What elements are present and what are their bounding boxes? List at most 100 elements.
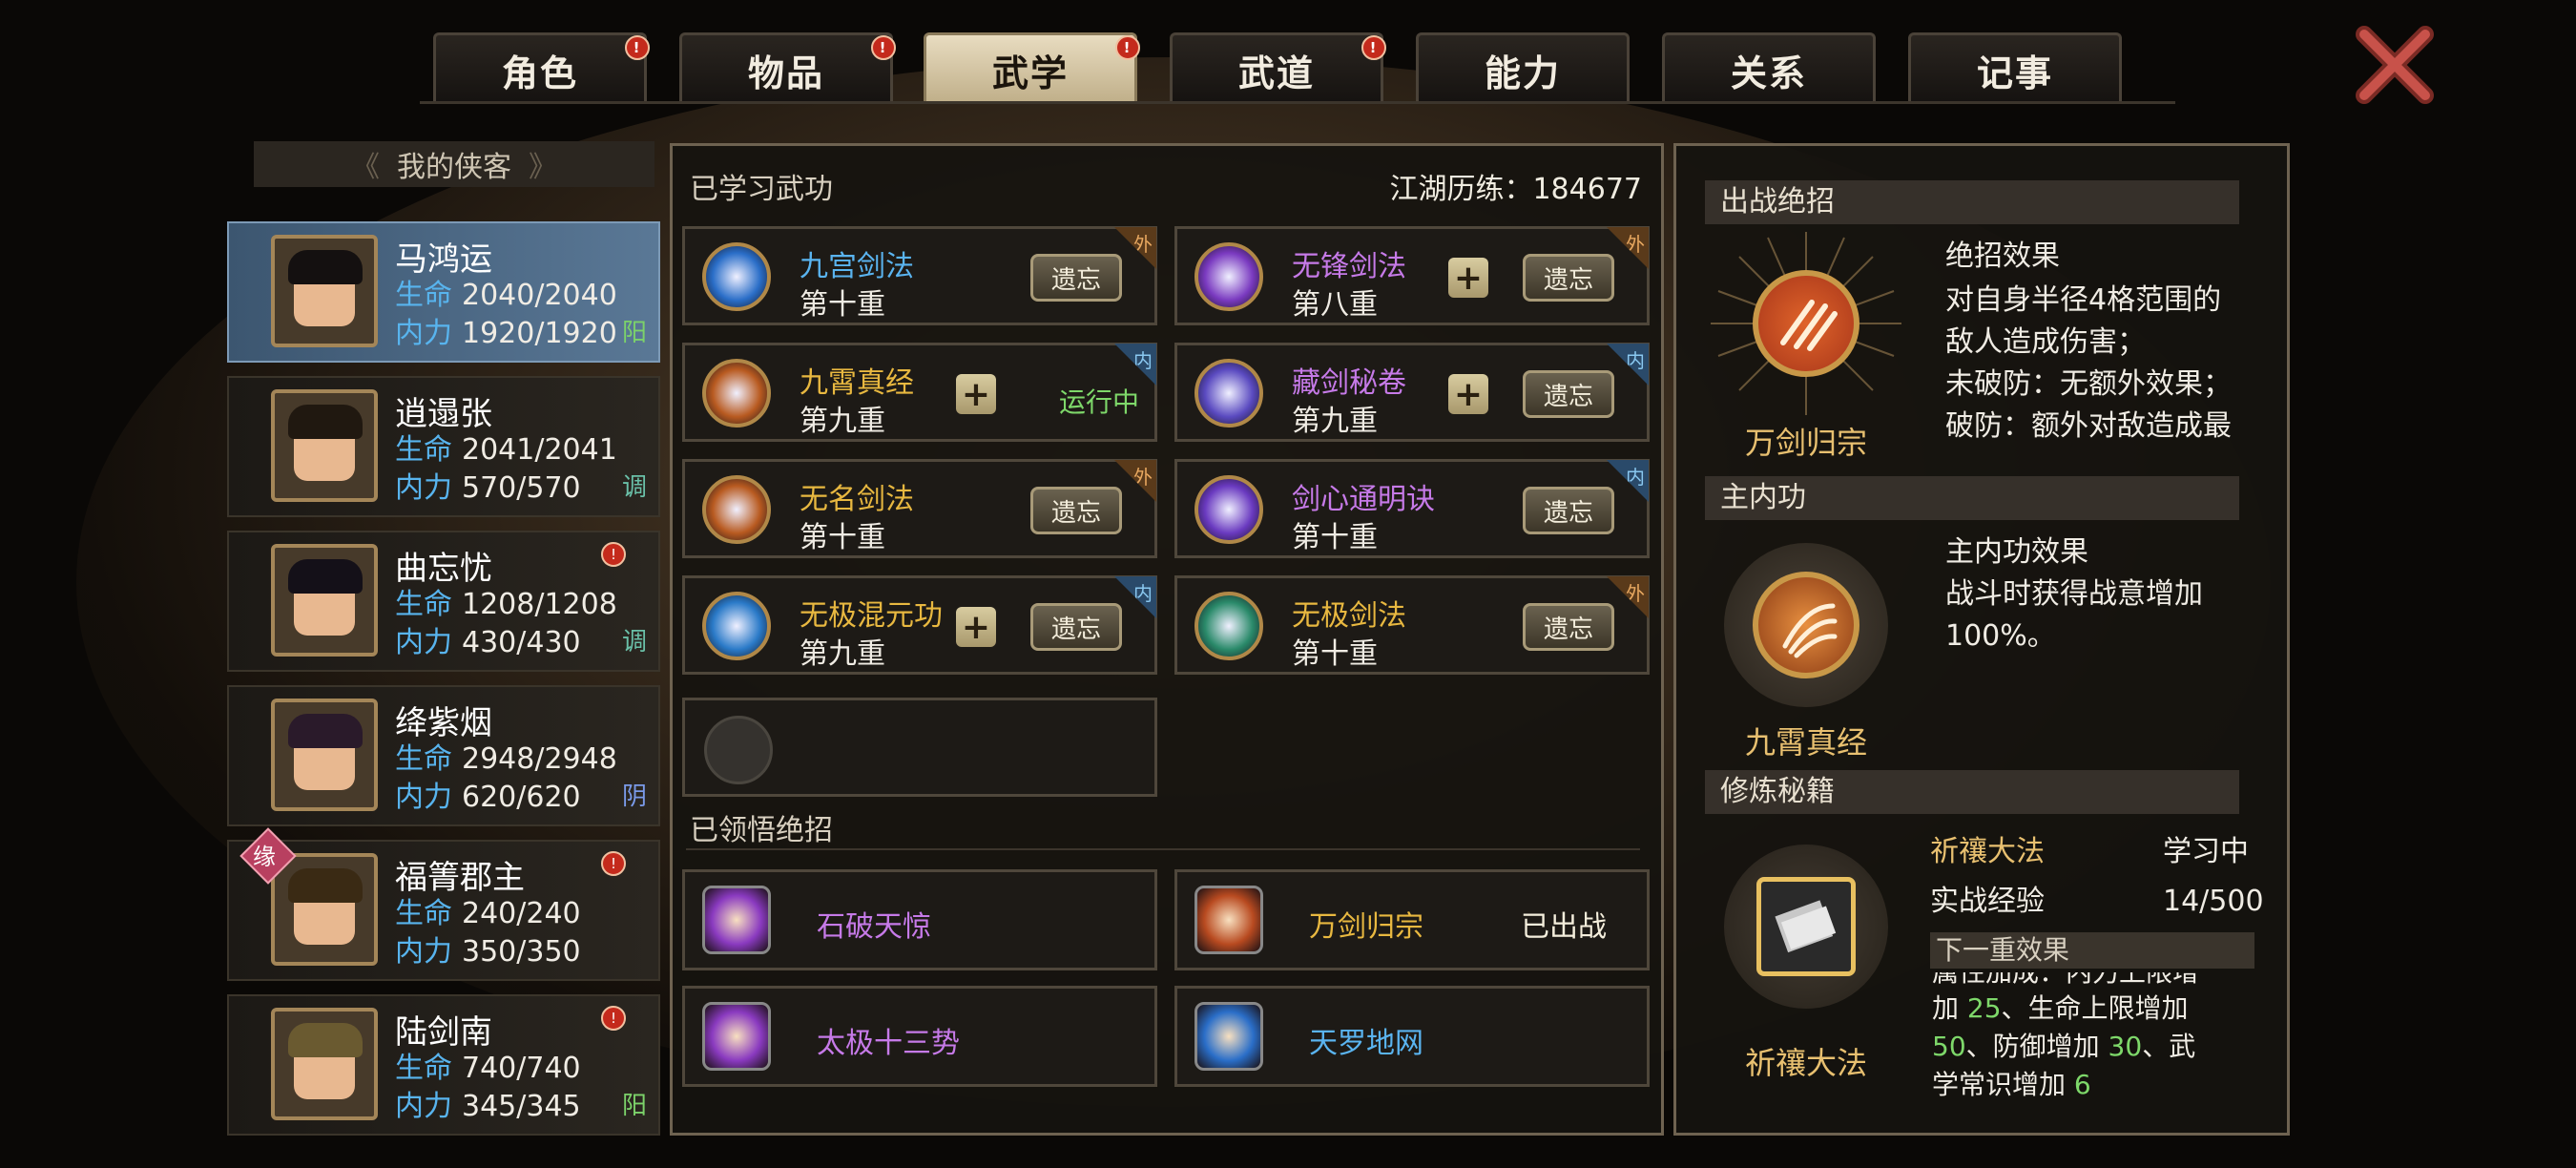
- ultimate-icon: [1195, 1002, 1263, 1071]
- character-hp: 生命 2041/2041: [395, 426, 617, 468]
- skill-level: 第九重: [800, 637, 885, 671]
- upgrade-plus-icon[interactable]: +: [1448, 258, 1488, 298]
- tab-label: 武学: [991, 52, 1069, 94]
- skill-card[interactable]: 无锋剑法 第八重 + 遗忘 外: [1174, 226, 1650, 325]
- effect-line: 破防：额外对敌造成最: [1945, 409, 2232, 443]
- ultimate-icon: [1195, 886, 1263, 954]
- character-card[interactable]: 马鸿运 生命 2040/2040 内力 1920/1920 阳: [227, 221, 660, 363]
- bond-badge-label: 缘: [253, 844, 276, 870]
- ultimate-name: 万剑归宗: [1309, 910, 1423, 944]
- hp-label: 生命: [395, 897, 452, 930]
- tab-label: 记事: [1976, 52, 2053, 94]
- forget-button[interactable]: 遗忘: [1523, 370, 1614, 418]
- upgrade-plus-icon[interactable]: +: [956, 374, 996, 414]
- tab-divider: [420, 101, 2175, 104]
- skill-icon: [1195, 242, 1263, 311]
- deployed-status: 已出战: [1521, 910, 1607, 944]
- inner-medal-icon: [1753, 572, 1859, 678]
- empty-skill-slot[interactable]: [682, 698, 1157, 797]
- character-avatar: [271, 853, 378, 966]
- alert-badge: !: [601, 542, 626, 567]
- character-avatar: [271, 699, 378, 811]
- training-exp-label: 实战经验: [1930, 885, 2045, 918]
- hp-value: 240/240: [462, 897, 581, 930]
- skill-name: 九宫剑法: [800, 250, 914, 283]
- forget-button[interactable]: 遗忘: [1523, 254, 1614, 302]
- character-card[interactable]: 曲忘忧 生命 1208/1208 内力 430/430 调 !: [227, 531, 660, 672]
- effect-line: 敌人造成伤害；: [1945, 325, 2146, 359]
- alert-badge: !: [871, 35, 896, 60]
- skill-card[interactable]: 无极混元功 第九重 + 遗忘 内: [682, 575, 1157, 675]
- roster-title: 我的侠客: [397, 151, 511, 184]
- character-avatar: [271, 1008, 378, 1120]
- avatar-hair: [288, 714, 363, 748]
- mp-value: 620/620: [462, 781, 581, 814]
- mp-label: 内力: [395, 317, 452, 350]
- tab-2[interactable]: 武学!: [924, 32, 1140, 104]
- ultimate-name: 石破天惊: [817, 910, 931, 944]
- character-card[interactable]: 绛紫烟 生命 2948/2948 内力 620/620 阴: [227, 685, 660, 826]
- skill-card[interactable]: 九宫剑法 第十重 遗忘 外: [682, 226, 1157, 325]
- section-divider: [686, 848, 1640, 850]
- character-mp: 内力 1920/1920: [395, 309, 617, 351]
- character-mp: 内力 345/345: [395, 1082, 581, 1124]
- character-card[interactable]: 陆剑南 生命 740/740 内力 345/345 阳 !: [227, 994, 660, 1136]
- upgrade-plus-icon[interactable]: +: [956, 607, 996, 647]
- character-card[interactable]: 逍遢张 生命 2041/2041 内力 570/570 调: [227, 376, 660, 517]
- ultimate-card[interactable]: 太极十三势: [682, 986, 1157, 1087]
- skill-card[interactable]: 藏剑秘卷 第九重 + 遗忘 内: [1174, 343, 1650, 442]
- next-effect-line: 加 25、生命上限增加: [1932, 988, 2189, 1030]
- next-level-header: 下一重效果: [1930, 932, 2254, 969]
- tab-label: 能力: [1484, 52, 1561, 94]
- empty-slot-icon: [704, 716, 773, 784]
- tab-3[interactable]: 武道!: [1170, 32, 1386, 104]
- close-icon[interactable]: [2355, 25, 2435, 105]
- mp-label: 内力: [395, 1090, 452, 1123]
- learned-skills-title: 已学习武功: [690, 173, 833, 206]
- character-mp: 内力 620/620: [395, 773, 581, 815]
- mp-value: 350/350: [462, 935, 581, 969]
- tab-1[interactable]: 物品!: [679, 32, 896, 104]
- tab-label: 角色: [501, 52, 578, 94]
- alignment-tag: 阳: [621, 1092, 647, 1120]
- skills-panel: 已学习武功 江湖历练：184677 九宫剑法 第十重 遗忘 外 无锋剑法 第八重…: [670, 143, 1664, 1136]
- hp-label: 生命: [395, 1052, 452, 1085]
- effect-line: 对自身半径4格范围的: [1945, 283, 2222, 317]
- running-status: 运行中: [1058, 386, 1139, 418]
- avatar-hair: [288, 559, 363, 594]
- ultimate-card[interactable]: 天罗地网: [1174, 986, 1650, 1087]
- skill-type-label: 外: [1626, 233, 1645, 256]
- hp-label: 生命: [395, 588, 452, 621]
- battle-ult-header: 出战绝招: [1705, 180, 2239, 224]
- tab-6[interactable]: 记事: [1908, 32, 2122, 104]
- forget-button[interactable]: 遗忘: [1030, 487, 1122, 534]
- tab-0[interactable]: 角色!: [433, 32, 650, 104]
- ultimate-card[interactable]: 万剑归宗 已出战: [1174, 869, 1650, 970]
- ultimate-name: 天罗地网: [1309, 1027, 1423, 1060]
- tab-5[interactable]: 关系: [1662, 32, 1876, 104]
- avatar-hair: [288, 250, 363, 284]
- skill-card[interactable]: 九霄真经 第九重 + 运行中 内: [682, 343, 1157, 442]
- skill-card[interactable]: 无极剑法 第十重 遗忘 外: [1174, 575, 1650, 675]
- battle-ult-effect-title: 绝招效果: [1945, 240, 2060, 273]
- character-card[interactable]: 福箐郡主 生命 240/240 内力 350/350 ! 缘: [227, 827, 660, 981]
- forget-button[interactable]: 遗忘: [1523, 603, 1614, 651]
- skill-name: 无极混元功: [800, 599, 943, 633]
- training-book-title: 祈禳大法: [1930, 835, 2045, 868]
- skill-card[interactable]: 剑心通明诀 第十重 遗忘 内: [1174, 459, 1650, 558]
- forget-button[interactable]: 遗忘: [1523, 487, 1614, 534]
- upgrade-plus-icon[interactable]: +: [1448, 374, 1488, 414]
- skill-level: 第九重: [1292, 405, 1378, 438]
- forget-button[interactable]: 遗忘: [1030, 603, 1122, 651]
- next-level-effect: 属性加成：内力上限增 加 25、生命上限增加 50、防御增加 30、武 学常识增…: [1930, 972, 2254, 1114]
- tab-4[interactable]: 能力: [1416, 32, 1630, 104]
- skill-name: 无极剑法: [1292, 599, 1406, 633]
- alert-badge: !: [601, 851, 626, 876]
- skill-name: 无锋剑法: [1292, 250, 1406, 283]
- tab-label: 物品: [747, 52, 824, 94]
- character-avatar: [271, 544, 378, 657]
- ultimate-card[interactable]: 石破天惊: [682, 869, 1157, 970]
- skill-card[interactable]: 无名剑法 第十重 遗忘 外: [682, 459, 1157, 558]
- forget-button[interactable]: 遗忘: [1030, 254, 1122, 302]
- training-book-name: 祈禳大法: [1744, 1045, 1867, 1081]
